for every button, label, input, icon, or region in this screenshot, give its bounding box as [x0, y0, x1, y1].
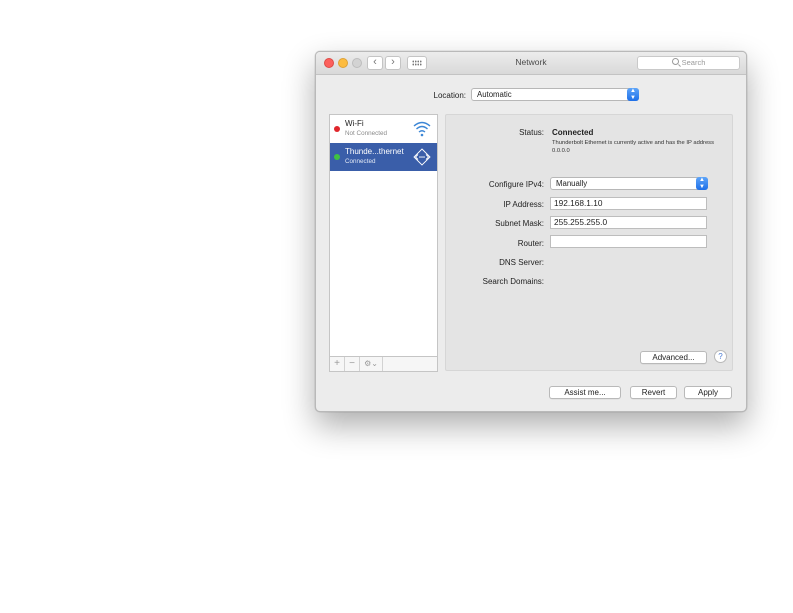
- status-label: Status:: [519, 128, 544, 137]
- action-menu-button[interactable]: ⚙⌄: [360, 357, 383, 371]
- remove-service-button[interactable]: −: [345, 357, 360, 371]
- service-list-toolbar: + − ⚙⌄: [329, 356, 438, 372]
- service-item-thunderbolt-ethernet[interactable]: Thunde...thernet Connected: [330, 143, 437, 171]
- status-value: Connected: [552, 128, 594, 137]
- advanced-button[interactable]: Advanced...: [640, 351, 707, 364]
- service-status: Connected: [345, 158, 376, 165]
- select-arrows-icon: ▲ ▼: [696, 177, 708, 190]
- location-select[interactable]: Automatic ▲ ▼: [471, 88, 639, 101]
- router-field[interactable]: [550, 235, 707, 248]
- apply-button[interactable]: Apply: [684, 386, 732, 399]
- service-item-wifi[interactable]: Wi-Fi Not Connected: [330, 115, 437, 143]
- search-input[interactable]: Search: [637, 56, 740, 70]
- select-arrows-icon: ▲ ▼: [627, 88, 639, 101]
- search-domains-label: Search Domains:: [482, 277, 544, 286]
- dns-server-label: DNS Server:: [499, 258, 544, 267]
- configure-ipv4-select[interactable]: Manually ▲ ▼: [550, 177, 708, 190]
- service-name: Thunde...thernet: [345, 147, 404, 156]
- status-dot: [334, 126, 340, 132]
- configure-ipv4-label: Configure IPv4:: [488, 180, 544, 189]
- revert-button[interactable]: Revert: [630, 386, 677, 399]
- ethernet-icon: [413, 148, 431, 166]
- location-label: Location:: [433, 91, 466, 100]
- add-service-button[interactable]: +: [330, 357, 345, 371]
- status-description: Thunderbolt Ethernet is currently active…: [552, 140, 714, 154]
- service-detail-panel: Status: Connected Thunderbolt Ethernet i…: [445, 114, 733, 371]
- wifi-icon: [413, 121, 431, 137]
- help-button[interactable]: ?: [714, 350, 727, 363]
- ip-address-label: IP Address:: [503, 200, 544, 209]
- network-preferences-window: ‹ › Network Search Location: Automatic ▲…: [315, 51, 747, 412]
- title-bar: ‹ › Network Search: [316, 52, 746, 75]
- status-dot: [334, 154, 340, 160]
- location-value: Automatic: [477, 90, 512, 99]
- search-placeholder: Search: [681, 58, 706, 67]
- configure-ipv4-value: Manually: [556, 179, 588, 188]
- ip-address-field[interactable]: 192.168.1.10: [550, 197, 707, 210]
- service-status: Not Connected: [345, 130, 388, 137]
- subnet-mask-label: Subnet Mask:: [495, 219, 544, 228]
- router-label: Router:: [517, 239, 544, 248]
- subnet-mask-field[interactable]: 255.255.255.0: [550, 216, 707, 229]
- assist-me-button[interactable]: Assist me...: [549, 386, 621, 399]
- service-name: Wi-Fi: [345, 119, 364, 128]
- service-list: Wi-Fi Not Connected Thunde...thernet Con…: [329, 114, 438, 371]
- search-icon: [671, 58, 679, 65]
